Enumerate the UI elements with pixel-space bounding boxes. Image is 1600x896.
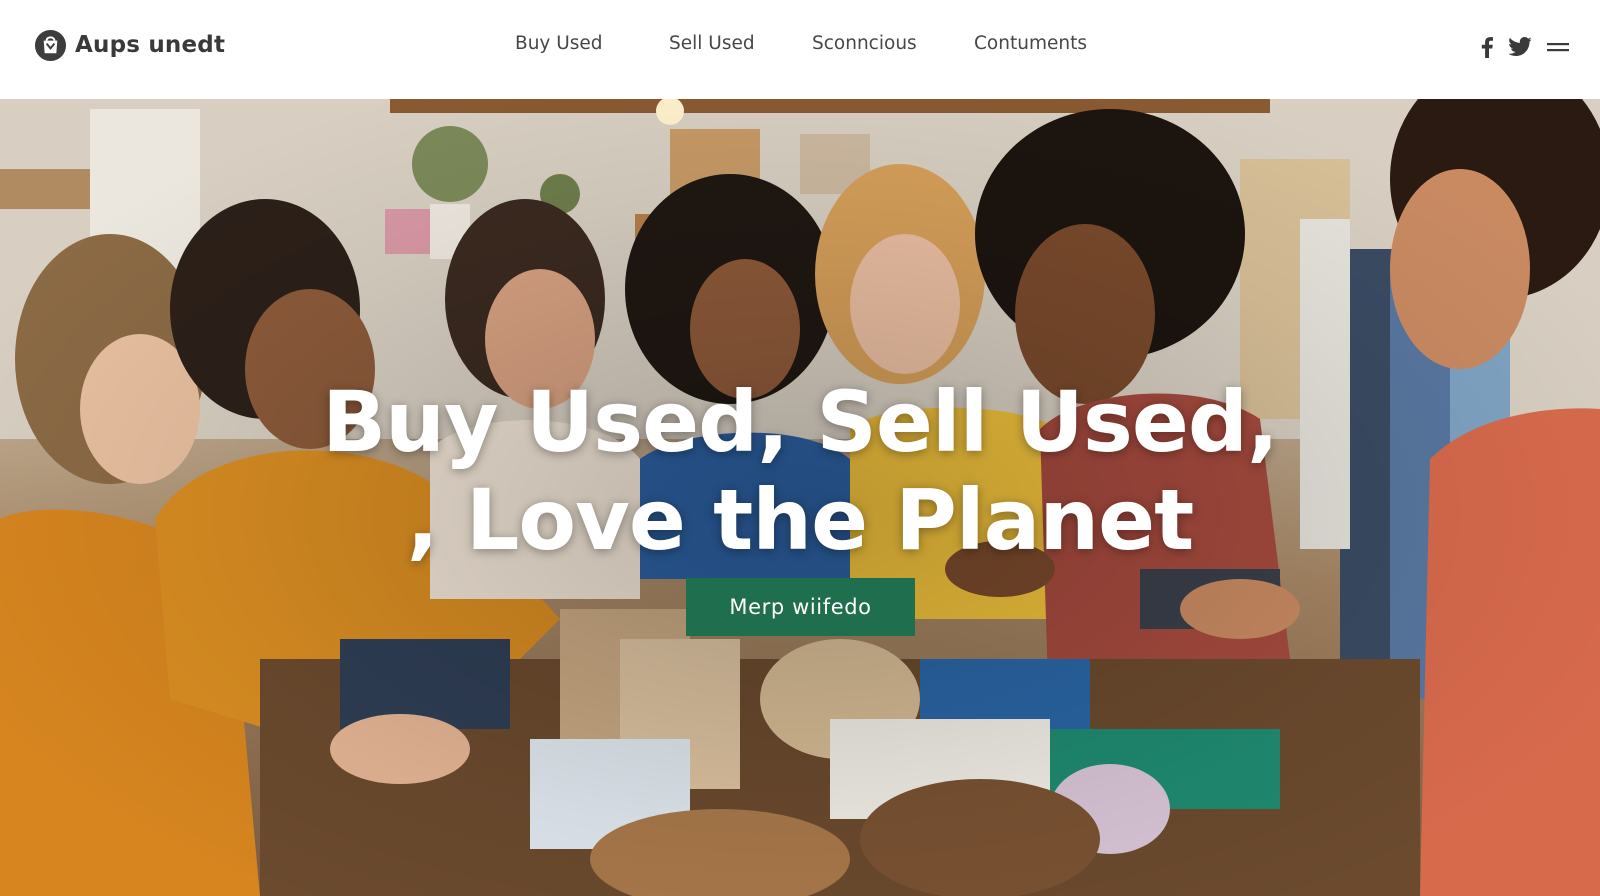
facebook-icon[interactable] (1480, 36, 1494, 58)
hero-cta-button[interactable]: Merp wiifedo (686, 578, 915, 636)
hero-headline-line-2: , Love the Planet (406, 471, 1195, 569)
nav-item-sell-used[interactable]: Sell Used (669, 33, 755, 54)
hero-headline: Buy Used, Sell Used, , Love the Planet (0, 373, 1600, 569)
top-navbar: Aups unedt Buy Used Sell Used Sconncious… (0, 0, 1600, 99)
nav-item-sconncious[interactable]: Sconncious (812, 33, 917, 54)
main-nav: Buy Used Sell Used Sconncious Contuments (0, 33, 1600, 59)
menu-icon[interactable] (1546, 40, 1570, 54)
twitter-icon[interactable] (1508, 37, 1532, 57)
nav-item-buy-used[interactable]: Buy Used (515, 33, 603, 54)
hero-section: Buy Used, Sell Used, , Love the Planet M… (0, 99, 1600, 896)
social-links (1480, 34, 1570, 60)
hero-headline-line-1: Buy Used, Sell Used, (322, 373, 1279, 471)
nav-item-contuments[interactable]: Contuments (974, 33, 1087, 54)
